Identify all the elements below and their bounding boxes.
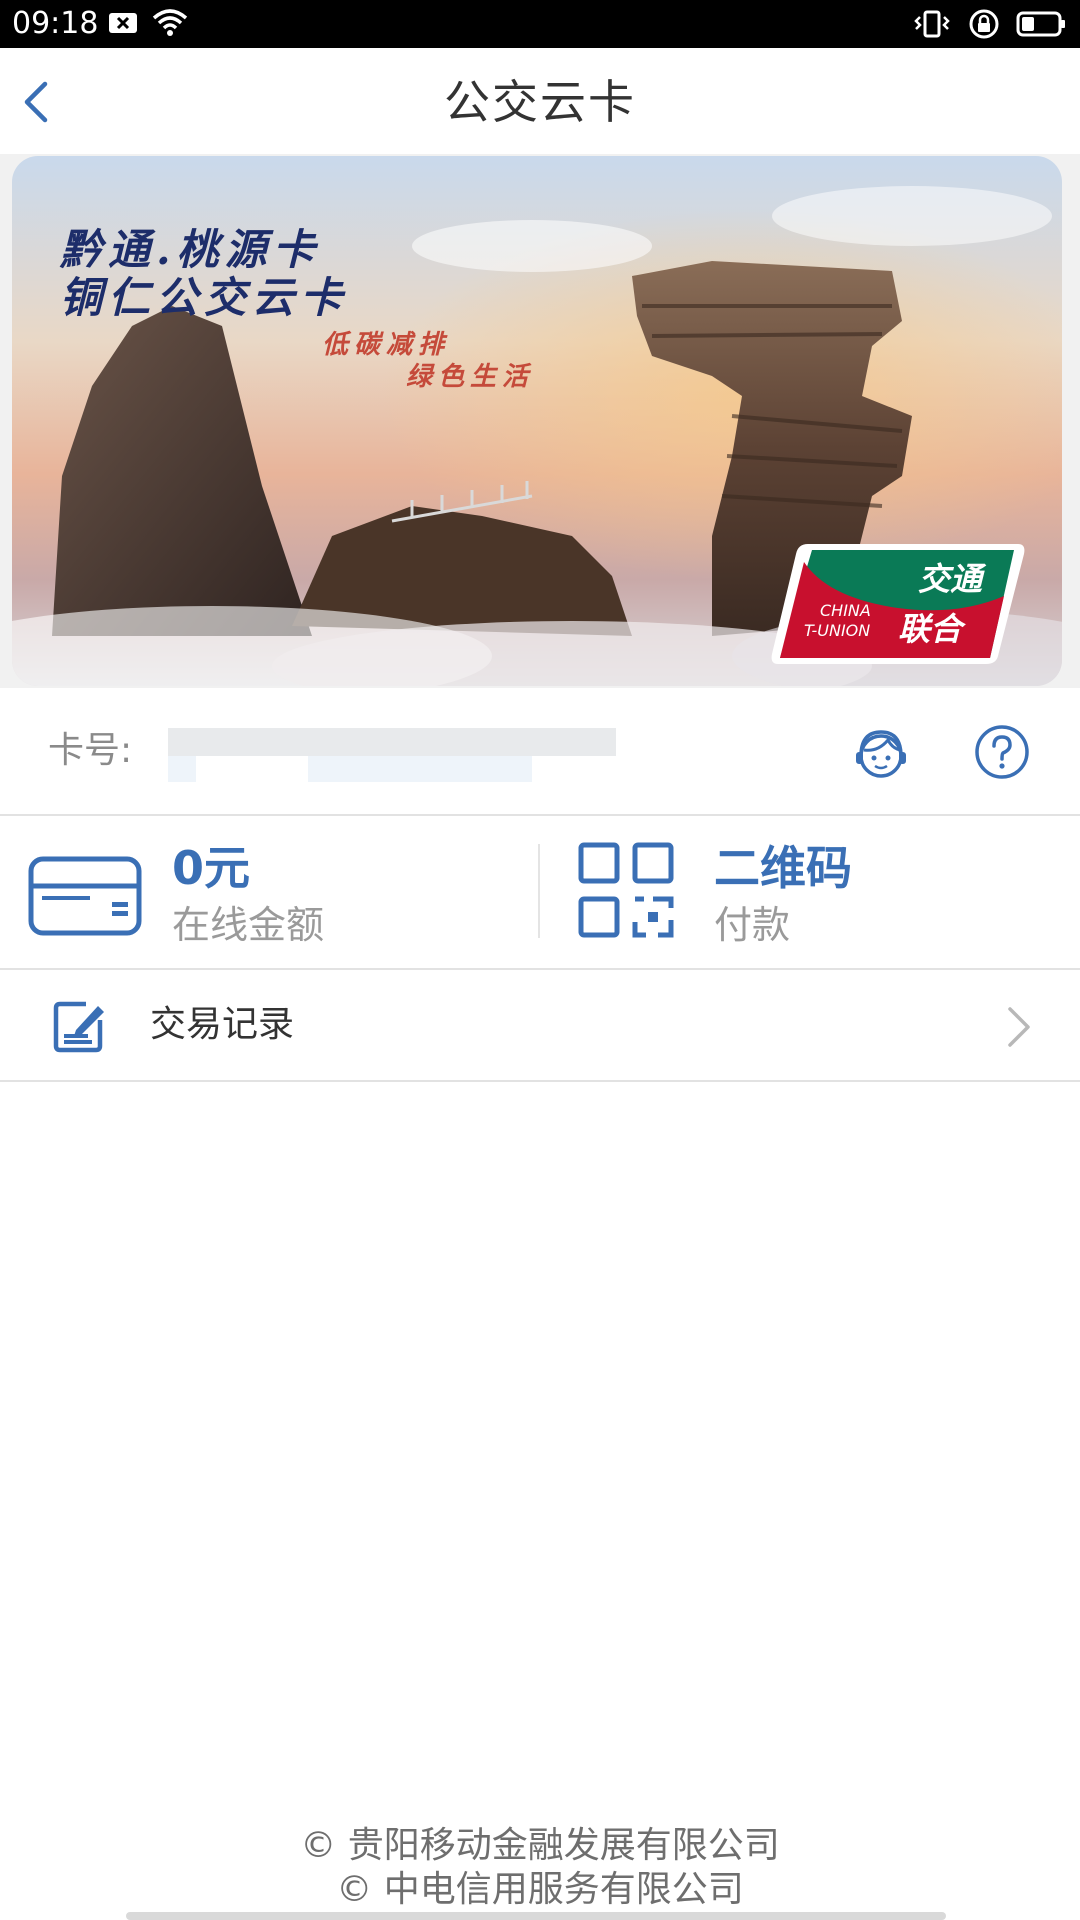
transaction-records-label: 交易记录 xyxy=(150,1004,295,1045)
qr-payment-label: 付款 xyxy=(714,903,791,947)
card-number-row: 卡号: xyxy=(0,688,1080,816)
card-number-label: 卡号: xyxy=(48,730,133,771)
svg-text:T-UNION: T-UNION xyxy=(804,621,870,640)
svg-text:联合: 联合 xyxy=(898,610,966,648)
online-balance-label: 在线金额 xyxy=(172,903,325,947)
help-circle-icon[interactable] xyxy=(972,722,1032,782)
page-title: 公交云卡 xyxy=(444,75,636,129)
status-right-icons xyxy=(912,8,1066,40)
customer-service-icon[interactable] xyxy=(848,720,914,786)
action-row: 0元 在线金额 二维码 付款 xyxy=(0,818,1080,970)
card-number-value-masked-part xyxy=(308,756,532,782)
rotation-lock-icon xyxy=(969,9,999,39)
footer-copyright-1: © 贵阳移动金融发展有限公司 xyxy=(300,1825,780,1866)
qr-code-icon xyxy=(578,842,674,938)
transaction-records-row[interactable]: 交易记录 xyxy=(0,972,1080,1082)
card-title-line2: 铜仁公交云卡 xyxy=(60,273,349,322)
header-bar: 公交云卡 xyxy=(0,48,1080,154)
edit-note-icon xyxy=(53,1001,104,1053)
footer-copyright-2: © 中电信用服务有限公司 xyxy=(336,1869,744,1910)
home-indicator[interactable] xyxy=(126,1912,946,1920)
app-screen: 09:18 公交云卡 黔通.桃源卡 铜仁公交云卡 低碳减排 绿色生活 交通 联合… xyxy=(0,0,1080,1920)
footer: © 贵阳移动金融发展有限公司 © 中电信用服务有限公司 xyxy=(0,1824,1080,1912)
action-divider xyxy=(538,844,540,938)
card-banner: 黔通.桃源卡 铜仁公交云卡 低碳减排 绿色生活 交通 联合 CHINA T-UN… xyxy=(0,154,1080,688)
status-bar: 09:18 xyxy=(0,0,1080,48)
online-balance-value: 0元 xyxy=(172,841,251,895)
card-slogan-line2: 绿色生活 xyxy=(406,362,535,392)
qr-payment-title: 二维码 xyxy=(714,841,852,895)
status-time: 09:18 xyxy=(12,6,99,41)
svg-text:交通: 交通 xyxy=(918,560,987,598)
battery-icon xyxy=(1016,11,1065,37)
card-icon xyxy=(28,856,142,936)
card-number-value-masked xyxy=(168,728,616,756)
online-balance-button[interactable]: 0元 在线金额 xyxy=(0,818,538,968)
chevron-right-icon xyxy=(1008,1007,1030,1047)
svg-text:CHINA: CHINA xyxy=(820,601,871,620)
card-number-value-masked-part xyxy=(168,756,196,782)
notification-x-icon xyxy=(109,13,137,33)
qr-payment-button[interactable]: 二维码 付款 xyxy=(542,818,1080,968)
wifi-icon xyxy=(152,9,188,36)
t-union-logo-icon: 交通 联合 CHINA T-UNION xyxy=(771,544,1025,664)
status-left-icons xyxy=(108,8,188,38)
vibrate-icon xyxy=(914,10,950,38)
bus-card-image: 黔通.桃源卡 铜仁公交云卡 低碳减排 绿色生活 交通 联合 CHINA T-UN… xyxy=(12,156,1062,686)
